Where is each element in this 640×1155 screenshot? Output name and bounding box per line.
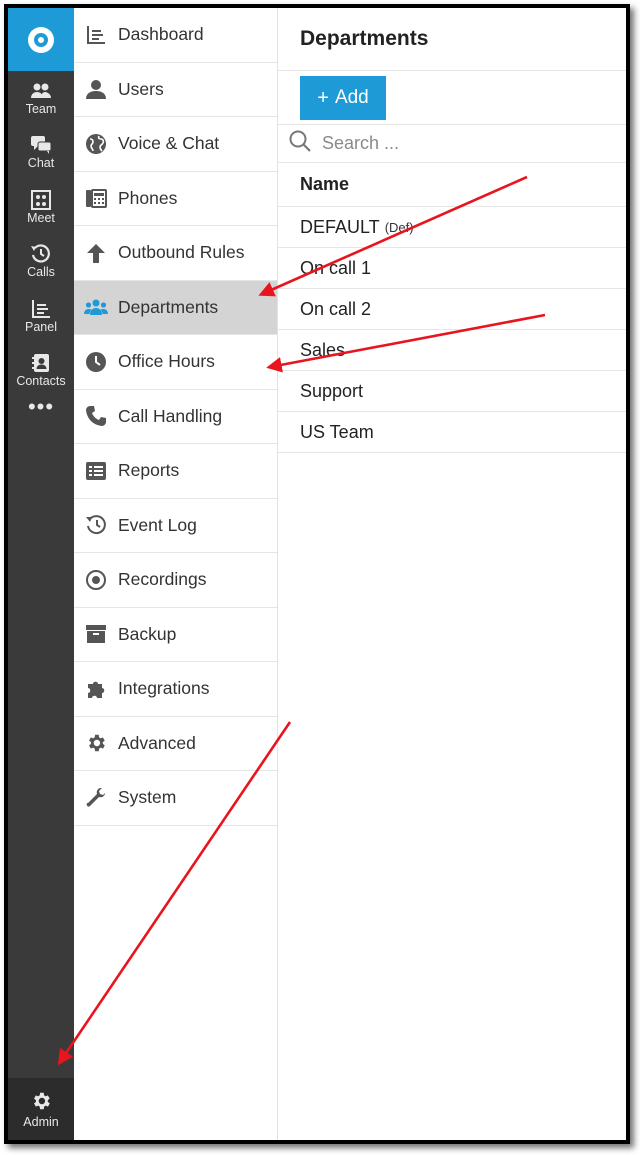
- default-badge: (Def): [384, 219, 414, 235]
- plus-icon: +: [317, 86, 329, 109]
- table-row[interactable]: On call 2: [278, 289, 626, 330]
- nav-item-advanced[interactable]: Advanced: [74, 717, 277, 771]
- admin-nav: Dashboard Users Voice & Chat Phones Outb…: [74, 8, 278, 1140]
- nav-item-phones[interactable]: Phones: [74, 172, 277, 226]
- nav-item-reports[interactable]: Reports: [74, 444, 277, 499]
- nav-item-label: Office Hours: [118, 351, 215, 372]
- nav-item-label: Advanced: [118, 732, 196, 753]
- rail-item-team[interactable]: Team: [8, 71, 74, 126]
- calls-icon: [30, 244, 52, 264]
- nav-item-label: Event Log: [118, 514, 197, 535]
- main-panel: Departments + Add Name DEFAULT (Def) On …: [278, 8, 626, 1140]
- nav-item-label: Dashboard: [118, 24, 204, 45]
- nav-item-event-log[interactable]: Event Log: [74, 499, 277, 553]
- phone-device-icon: [84, 186, 108, 210]
- meet-icon: [30, 189, 52, 210]
- rail-item-label: Contacts: [16, 374, 66, 389]
- history-icon: [84, 513, 108, 537]
- table-row[interactable]: Support: [278, 371, 626, 412]
- nav-item-label: Integrations: [118, 678, 210, 699]
- nav-item-backup[interactable]: Backup: [74, 608, 277, 662]
- departments-icon: [84, 295, 108, 319]
- wrench-icon: [84, 786, 108, 810]
- nav-item-label: Backup: [118, 623, 177, 644]
- nav-item-integrations[interactable]: Integrations: [74, 662, 277, 717]
- toolbar: + Add: [278, 71, 626, 125]
- row-name: On call 1: [300, 257, 372, 278]
- nav-item-label: Reports: [118, 460, 180, 481]
- row-name: On call 2: [300, 298, 372, 319]
- rail-item-label: Meet: [27, 210, 55, 225]
- record-icon: [84, 568, 108, 592]
- reports-icon: [84, 459, 108, 483]
- gear-icon: [84, 731, 108, 755]
- archive-icon: [84, 622, 108, 646]
- rail-item-chat[interactable]: Chat: [8, 126, 74, 181]
- table-row[interactable]: On call 1: [278, 248, 626, 289]
- rail-item-panel[interactable]: Panel: [8, 289, 74, 344]
- rail-item-meet[interactable]: Meet: [8, 180, 74, 235]
- panel-icon: [30, 299, 52, 319]
- add-button[interactable]: + Add: [300, 76, 386, 120]
- search-bar: [278, 125, 626, 163]
- table-row[interactable]: Sales: [278, 330, 626, 371]
- arrow-up-icon: [84, 241, 108, 265]
- add-button-label: Add: [334, 87, 369, 108]
- nav-item-system[interactable]: System: [74, 771, 277, 826]
- nav-item-label: Call Handling: [118, 405, 223, 426]
- puzzle-icon: [84, 677, 108, 701]
- gear-icon: [30, 1090, 52, 1115]
- search-icon: [288, 129, 312, 158]
- rail-item-label: Panel: [25, 319, 57, 334]
- rail-item-admin[interactable]: Admin: [8, 1078, 74, 1140]
- nav-item-label: Recordings: [118, 569, 207, 590]
- nav-item-label: System: [118, 787, 177, 808]
- clock-icon: [84, 350, 108, 374]
- app-window: Team Chat Meet Calls Panel Contacts ••• …: [4, 4, 630, 1144]
- handset-icon: [84, 404, 108, 428]
- row-name: Support: [300, 380, 364, 401]
- contacts-icon: [30, 353, 52, 373]
- table-row[interactable]: DEFAULT (Def): [278, 207, 626, 248]
- row-name: DEFAULT: [300, 216, 380, 237]
- app-rail: Team Chat Meet Calls Panel Contacts ••• …: [8, 8, 74, 1140]
- app-logo[interactable]: [8, 8, 74, 71]
- nav-item-label: Phones: [118, 187, 178, 208]
- nav-item-label: Users: [118, 78, 164, 99]
- column-header-name[interactable]: Name: [278, 163, 626, 207]
- dashboard-icon: [84, 23, 108, 47]
- row-name: Sales: [300, 339, 346, 360]
- search-input[interactable]: [322, 133, 602, 154]
- nav-item-recordings[interactable]: Recordings: [74, 553, 277, 608]
- table-row[interactable]: US Team: [278, 412, 626, 453]
- nav-item-call-handling[interactable]: Call Handling: [74, 390, 277, 444]
- rail-item-label: Calls: [27, 265, 55, 280]
- nav-item-office-hours[interactable]: Office Hours: [74, 335, 277, 390]
- rail-item-calls[interactable]: Calls: [8, 235, 74, 290]
- nav-item-label: Outbound Rules: [118, 242, 245, 263]
- rail-item-label: Admin: [23, 1114, 59, 1129]
- page-title: Departments: [278, 8, 626, 71]
- nav-item-outbound-rules[interactable]: Outbound Rules: [74, 226, 277, 281]
- globe-icon: [84, 132, 108, 156]
- user-icon: [84, 77, 108, 101]
- rail-item-label: Chat: [27, 156, 55, 171]
- rail-item-contacts[interactable]: Contacts: [8, 344, 74, 399]
- logo-icon: [28, 26, 54, 53]
- team-icon: [30, 81, 52, 101]
- nav-item-voice-chat[interactable]: Voice & Chat: [74, 117, 277, 172]
- nav-item-label: Departments: [118, 296, 219, 317]
- rail-item-label: Team: [25, 101, 57, 116]
- nav-item-users[interactable]: Users: [74, 63, 277, 117]
- chat-icon: [30, 135, 52, 155]
- nav-item-departments[interactable]: Departments: [74, 280, 277, 335]
- more-icon[interactable]: •••: [8, 396, 74, 428]
- nav-item-label: Voice & Chat: [118, 133, 220, 154]
- row-name: US Team: [300, 421, 374, 442]
- nav-item-dashboard[interactable]: Dashboard: [74, 8, 277, 63]
